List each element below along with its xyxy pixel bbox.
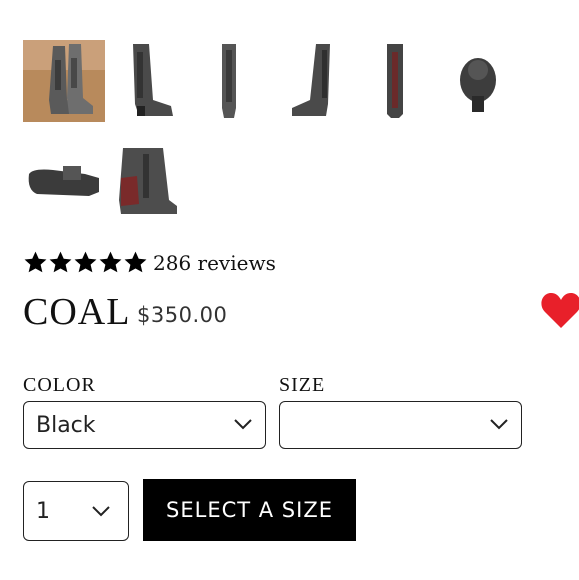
color-select-value: Black [36,412,96,438]
chevron-down-icon [490,419,508,430]
select-size-button[interactable]: SELECT A SIZE [143,479,356,541]
color-select[interactable]: Black [23,401,266,449]
star-icon [99,251,122,273]
thumbnail-top[interactable] [437,40,519,122]
boot-side-view-icon [133,44,173,116]
boot-side-view-alt-icon [292,44,330,116]
chevron-down-icon [92,506,110,517]
star-icon [74,251,97,273]
product-rating[interactable]: 286 reviews [23,250,276,275]
star-icon [124,251,147,273]
boot-front-view-icon [222,44,236,118]
product-title: COAL [23,291,131,333]
boot-lifestyle-photo-icon [23,40,105,122]
thumbnail-sole[interactable] [23,140,105,222]
boot-detail-view-icon [119,148,177,214]
thumbnail-side[interactable] [113,40,195,122]
thumbnail-detail[interactable] [113,140,195,222]
star-icon [49,251,72,273]
heart-icon [541,293,579,328]
boot-top-view-icon [460,58,496,112]
size-select[interactable] [279,401,522,449]
boot-sole-view-icon [28,166,99,196]
thumbnail-back[interactable] [355,40,437,122]
reviews-link[interactable]: 286 reviews [153,251,276,275]
quantity-select[interactable]: 1 [23,481,129,541]
wishlist-button[interactable] [540,290,579,330]
thumbnail-lifestyle[interactable] [23,40,105,122]
quantity-value: 1 [36,498,50,524]
product-price: $350.00 [137,303,228,327]
star-icon [24,251,47,273]
chevron-down-icon [234,419,252,430]
boot-back-view-icon [387,44,403,118]
color-label: COLOR [23,374,96,396]
thumbnail-front[interactable] [188,40,270,122]
size-label: SIZE [279,374,326,396]
thumbnail-side-alt[interactable] [272,40,354,122]
